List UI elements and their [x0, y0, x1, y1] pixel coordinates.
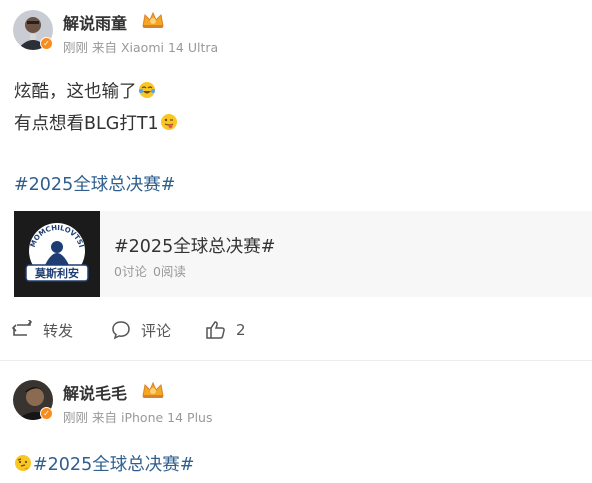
- post-text: 有点想看BLG打T1: [14, 114, 159, 134]
- like-button[interactable]: 2: [205, 318, 246, 342]
- topic-card-thumbnail: MOMCHILOVTSI 莫斯利安: [14, 211, 100, 297]
- thinking-emoji: [15, 455, 31, 471]
- post-meta: 刚刚 来自 iPhone 14 Plus: [63, 407, 212, 426]
- post-time[interactable]: 刚刚: [63, 40, 88, 55]
- comment-label: 评论: [141, 321, 172, 340]
- post-source: 来自 Xiaomi 14 Ultra: [92, 40, 219, 55]
- username[interactable]: 解说毛毛: [63, 380, 127, 404]
- laugh-cry-emoji: [138, 82, 155, 98]
- post-text-line: 有点想看BLG打T1: [14, 110, 178, 135]
- post-source: 来自 iPhone 14 Plus: [92, 410, 213, 425]
- topic-card-stats: 0讨论 0阅读: [114, 261, 186, 280]
- tongue-emoji: [160, 114, 177, 130]
- thumbs-up-icon: [206, 321, 225, 339]
- topic-card[interactable]: MOMCHILOVTSI 莫斯利安 #2025全球总决赛# 0讨论 0阅读: [14, 211, 592, 297]
- brand-logo-text: 莫斯利安: [34, 266, 79, 280]
- topic-link[interactable]: #2025全球总决赛#: [33, 455, 194, 475]
- post-text-line: 炫酷，这也输了: [14, 78, 156, 103]
- crown-vip-icon[interactable]: [140, 380, 166, 400]
- discussion-count: 0讨论: [114, 264, 147, 279]
- username[interactable]: 解说雨童: [63, 10, 127, 34]
- feed-post: ✓ 解说毛毛 刚刚 来自 iPhone 14 Plus #2025全球总决赛#: [0, 361, 592, 483]
- post-meta: 刚刚 来自 Xiaomi 14 Ultra: [63, 37, 218, 56]
- repost-button[interactable]: 转发: [11, 318, 73, 342]
- topic-card-title[interactable]: #2025全球总决赛#: [114, 233, 275, 258]
- post-time[interactable]: 刚刚: [63, 410, 88, 425]
- crown-vip-icon[interactable]: [140, 10, 166, 30]
- topic-link[interactable]: #2025全球总决赛#: [14, 171, 175, 196]
- topic-line: #2025全球总决赛#: [14, 451, 194, 476]
- read-count: 0阅读: [152, 264, 186, 279]
- post-text: 炫酷，这也输了: [14, 82, 137, 102]
- comment-button[interactable]: 评论: [111, 318, 171, 342]
- comment-icon: [112, 321, 130, 340]
- repost-icon: [11, 320, 33, 336]
- verified-badge-icon: ✓: [40, 37, 53, 50]
- feed-post: ✓ 解说雨童 刚刚 来自 Xiaomi 14 Ultra 炫酷，这也输了 有点想看…: [0, 0, 592, 360]
- repost-label: 转发: [43, 321, 74, 340]
- like-count: 2: [236, 321, 246, 339]
- verified-badge-icon: ✓: [40, 407, 53, 420]
